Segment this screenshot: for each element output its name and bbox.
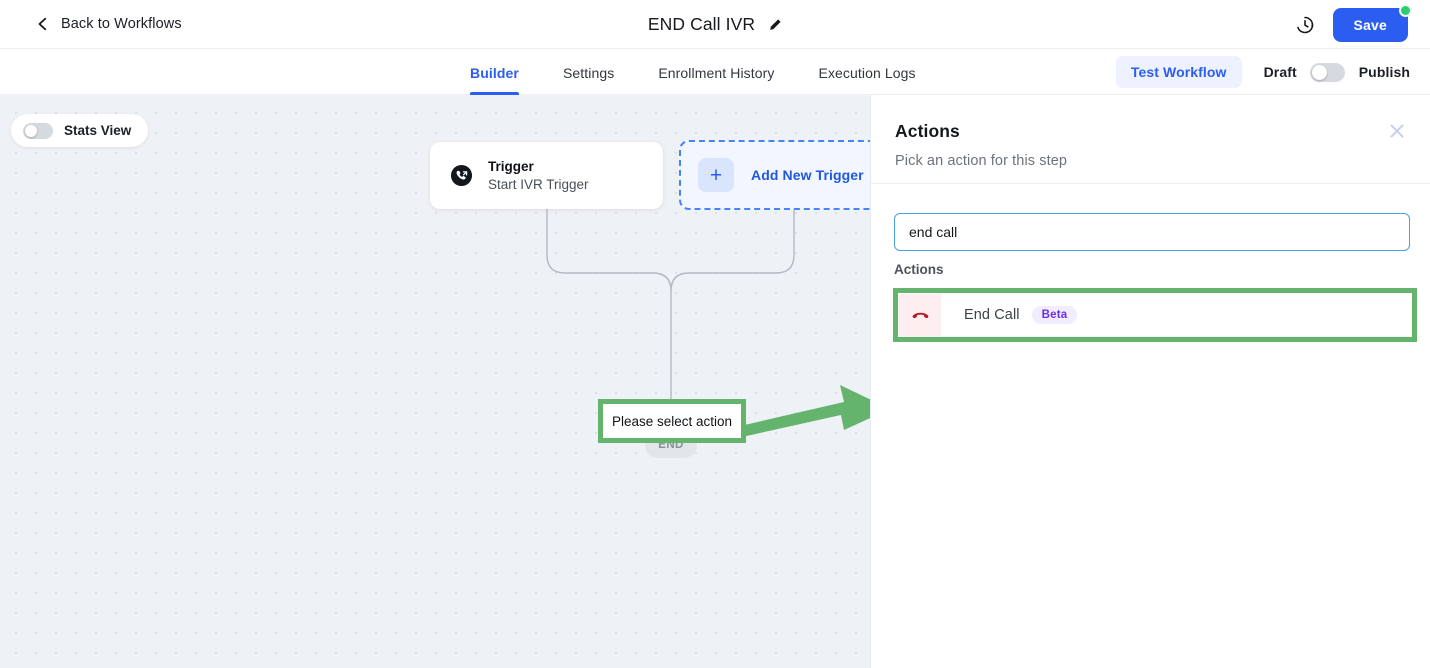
publish-label: Publish: [1358, 64, 1410, 80]
publish-toggle-knob: [1311, 64, 1327, 80]
tab-enrollment-history-label: Enrollment History: [658, 65, 775, 81]
top-bar-actions: Save: [1295, 0, 1412, 49]
tab-execution-logs-label: Execution Logs: [818, 65, 916, 81]
trigger-node-text: Trigger Start IVR Trigger: [488, 159, 589, 192]
tab-settings-label: Settings: [562, 65, 615, 81]
workflow-canvas[interactable]: Stats View Trigger Start IVR Trigger + A…: [0, 95, 870, 668]
back-to-workflows-label: Back to Workflows: [61, 16, 182, 32]
actions-panel: Actions Pick an action for this step Act…: [870, 95, 1430, 668]
actions-panel-header: Actions Pick an action for this step: [871, 95, 1430, 169]
phone-hangup-icon: [912, 312, 928, 318]
annotation-arrow-icon: [740, 385, 870, 437]
workflow-title: END Call IVR: [647, 14, 756, 34]
tab-builder[interactable]: Builder: [470, 49, 519, 95]
phone-hangup-icon-box: [899, 294, 941, 336]
tab-bar: Builder Settings Enrollment History Exec…: [0, 49, 1430, 95]
phone-outgoing-icon: [450, 164, 473, 187]
tab-bar-actions: Test Workflow Draft Publish: [1115, 49, 1410, 95]
beta-badge: Beta: [1031, 306, 1078, 324]
panel-divider: [871, 183, 1430, 184]
workflow-builder-page: Back to Workflows END Call IVR Save Buil…: [0, 0, 1430, 668]
history-clock-icon[interactable]: [1295, 15, 1315, 35]
chevron-left-icon: [38, 17, 47, 31]
save-button-wrap: Save: [1332, 3, 1412, 42]
add-new-trigger-button[interactable]: + Add New Trigger: [679, 140, 870, 210]
tab-settings[interactable]: Settings: [563, 49, 614, 95]
tab-builder-label: Builder: [470, 65, 519, 81]
close-icon[interactable]: [1387, 121, 1407, 141]
plus-icon: +: [698, 158, 734, 192]
action-result-label: End Call: [964, 307, 1020, 323]
tab-execution-logs[interactable]: Execution Logs: [819, 49, 916, 95]
test-workflow-button[interactable]: Test Workflow: [1115, 56, 1242, 88]
trigger-node-subtitle: Start IVR Trigger: [488, 177, 589, 192]
action-search-input[interactable]: [894, 213, 1410, 251]
pencil-icon[interactable]: [768, 18, 782, 32]
tab-list: Builder Settings Enrollment History Exec…: [470, 49, 960, 95]
add-new-trigger-label: Add New Trigger: [751, 167, 864, 183]
unsaved-changes-indicator: [1399, 3, 1412, 17]
action-result-end-call[interactable]: End Call Beta: [899, 294, 1411, 336]
top-bar: Back to Workflows END Call IVR Save: [0, 0, 1430, 49]
trigger-node[interactable]: Trigger Start IVR Trigger: [430, 142, 663, 209]
actions-panel-title: Actions: [895, 121, 960, 141]
back-to-workflows-button[interactable]: Back to Workflows: [36, 16, 182, 32]
workflow-title-group: END Call IVR: [0, 0, 1430, 49]
annotation-text: Please select action: [612, 413, 733, 429]
actions-panel-subtitle: Pick an action for this step: [895, 153, 1068, 169]
draft-label: Draft: [1263, 64, 1297, 80]
publish-toggle[interactable]: [1309, 62, 1345, 82]
annotation-callout: Please select action: [598, 399, 746, 443]
trigger-node-title: Trigger: [488, 159, 534, 174]
tab-enrollment-history[interactable]: Enrollment History: [658, 49, 774, 95]
save-button[interactable]: Save: [1332, 7, 1408, 42]
actions-section-label: Actions: [894, 262, 944, 277]
